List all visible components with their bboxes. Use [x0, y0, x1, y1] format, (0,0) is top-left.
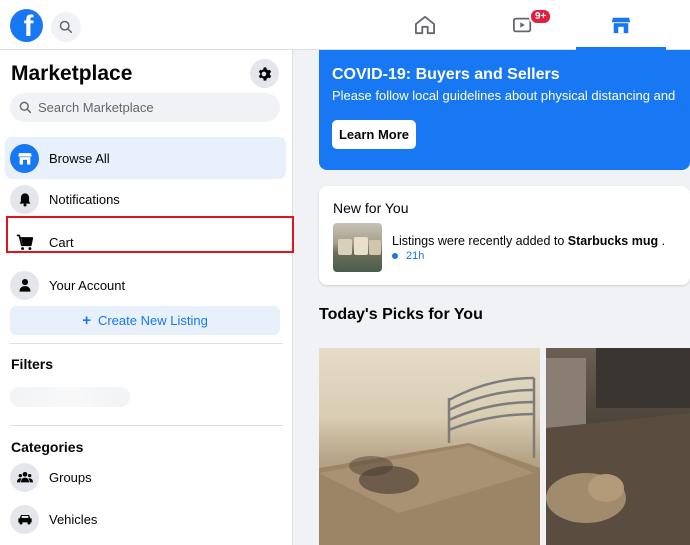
search-icon [19, 101, 32, 114]
mug-shape [354, 237, 368, 255]
sidebar-item-label: Cart [49, 234, 74, 250]
create-new-listing-label: Create New Listing [97, 313, 208, 328]
category-item-groups[interactable]: Groups [5, 456, 286, 498]
cart-icon [10, 228, 39, 257]
person-icon [10, 270, 39, 300]
listing-card[interactable] [319, 348, 540, 545]
sidebar-item-your-account[interactable]: Your Account [5, 264, 286, 306]
filters-heading: Filters [11, 356, 54, 372]
groups-icon [10, 462, 39, 492]
divider [10, 343, 283, 344]
notification-badge: 9+ [529, 8, 553, 25]
time-label: 21h [406, 250, 425, 262]
page-title: Marketplace [11, 62, 133, 85]
nfy-text-suffix: . [658, 234, 666, 248]
home-icon [414, 15, 435, 35]
facebook-logo-letter: f [23, 10, 34, 42]
create-new-listing-button[interactable]: + Create New Listing [10, 306, 280, 335]
settings-button[interactable] [250, 59, 279, 88]
search-button[interactable] [51, 12, 81, 42]
sidebar-item-label: Notifications [49, 191, 120, 207]
bed-photo [319, 376, 540, 545]
covid-title: COVID-19: Buyers and Sellers [332, 66, 560, 83]
category-item-vehicles[interactable]: Vehicles [5, 498, 286, 540]
bell-icon [10, 184, 39, 214]
divider [10, 425, 283, 426]
search-field[interactable] [10, 93, 280, 122]
facebook-logo[interactable]: f [10, 9, 43, 42]
mug-shape [369, 240, 381, 255]
covid-body: Please follow local guidelines about phy… [332, 88, 676, 103]
listing-thumbnail[interactable] [333, 223, 382, 272]
marketplace-icon [611, 17, 631, 34]
top-navigation-bar: f 9+ [0, 0, 690, 50]
unread-dot [392, 253, 398, 259]
nfy-item-name: Starbucks mug [567, 234, 659, 248]
categories-heading: Categories [11, 439, 84, 455]
sidebar-item-label: Your Account [49, 277, 126, 293]
tab-watch[interactable]: 9+ [478, 0, 568, 50]
tab-home[interactable] [380, 0, 470, 50]
sidebar: Marketplace Browse All Notifica [0, 50, 293, 545]
listing-card[interactable] [546, 348, 690, 545]
search-input[interactable] [38, 100, 258, 115]
plus-icon: + [82, 312, 91, 329]
dog-photo [546, 348, 690, 545]
new-for-you-time: 21h [392, 250, 424, 262]
tab-marketplace[interactable] [576, 0, 666, 50]
todays-picks-title: Today's Picks for You [319, 306, 483, 323]
nfy-text-prefix: Listings were recently added to [392, 234, 568, 248]
gear-icon [258, 66, 271, 81]
sidebar-item-label: Browse All [49, 150, 110, 166]
new-for-you-title: New for You [333, 200, 409, 216]
sidebar-item-browse-all[interactable]: Browse All [5, 137, 286, 179]
learn-more-button[interactable]: Learn More [332, 120, 416, 149]
new-for-you-card[interactable]: New for You Listings were recently added… [319, 186, 690, 285]
category-label: Vehicles [49, 511, 98, 527]
category-label: Groups [49, 469, 92, 485]
storefront-icon [10, 143, 39, 173]
filter-placeholder [10, 387, 130, 407]
car-icon [10, 504, 39, 534]
covid-notice-banner: COVID-19: Buyers and Sellers Please foll… [319, 50, 690, 170]
mug-shape [338, 239, 352, 255]
sidebar-item-notifications[interactable]: Notifications [5, 178, 286, 220]
search-icon [59, 20, 73, 34]
sidebar-item-cart[interactable]: Cart [5, 221, 286, 263]
new-for-you-text: Listings were recently added to Starbuck… [392, 234, 665, 248]
